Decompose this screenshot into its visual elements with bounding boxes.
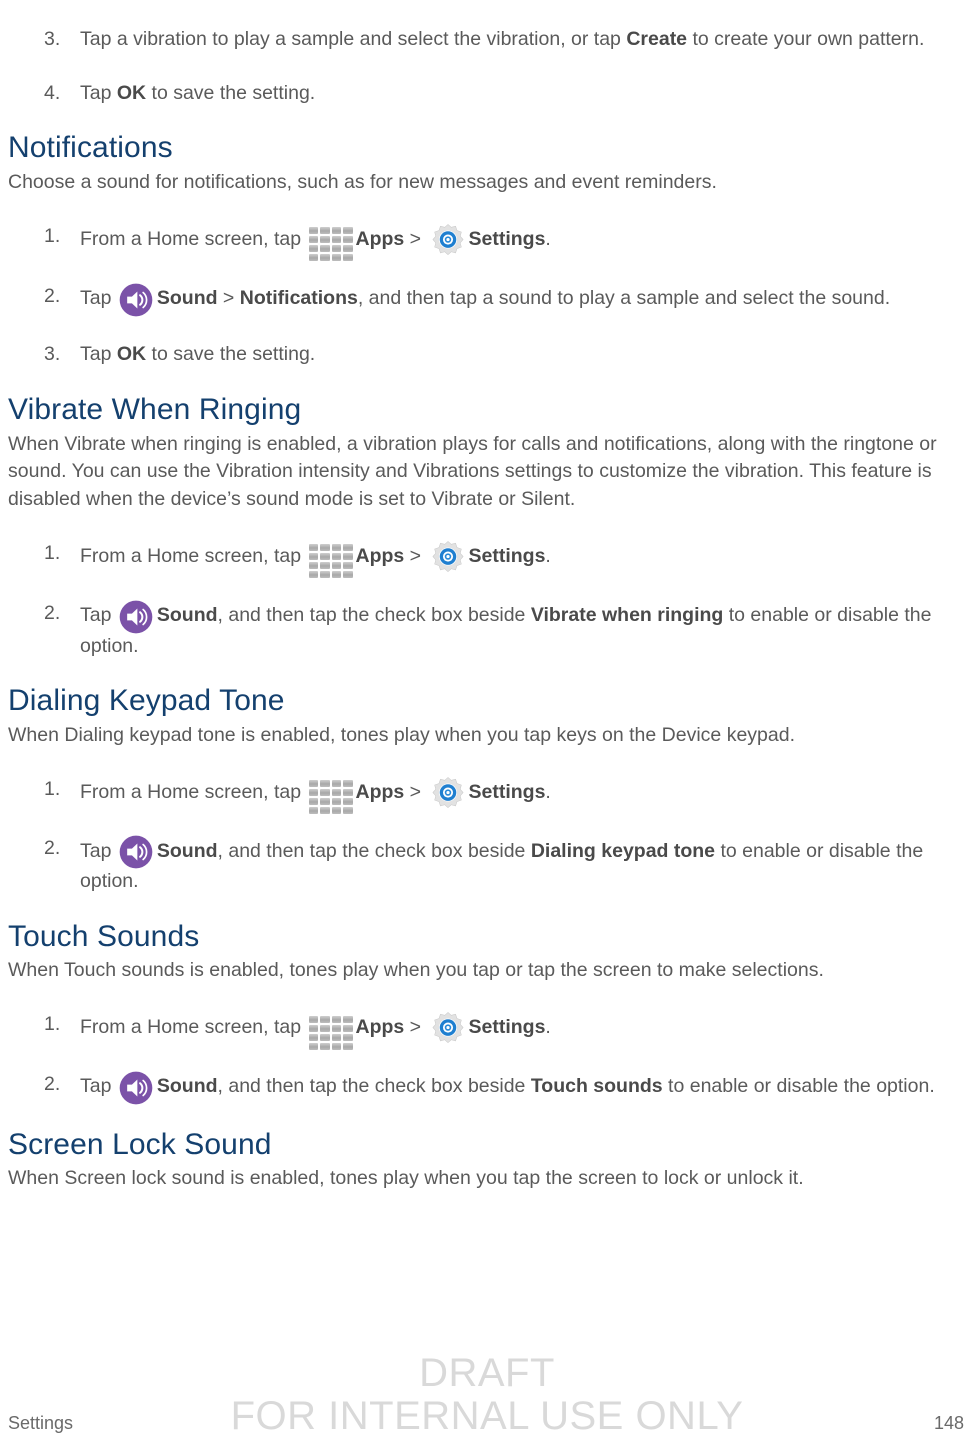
watermark-line-1: DRAFT: [419, 1350, 555, 1395]
section-intro-text: When Touch sounds is enabled, tones play…: [8, 959, 824, 982]
emphasis-text: Apps: [355, 227, 405, 250]
step-number: 1.: [44, 224, 61, 247]
section-dialing-keypad-tone: Dialing Keypad Tone When Dialing keypad t…: [8, 684, 966, 896]
step-item: 1. From a Home screen, tap Apps > Setting…: [8, 1011, 966, 1050]
emphasis-text: Apps: [355, 545, 405, 568]
step-text: Tap Sound, and then tap the check box be…: [80, 600, 931, 657]
gear-icon: [426, 1011, 468, 1045]
section-notifications: Notifications Choose a sound for notifica…: [8, 131, 966, 369]
step-item: 2. Tap Sound, and then tap the check box …: [8, 600, 966, 660]
watermark-line-2: FOR INTERNAL USE ONLY: [230, 1393, 744, 1438]
step-item: 4. Tap OK to save the setting.: [8, 80, 966, 108]
emphasis-text: Sound: [156, 1075, 218, 1098]
step-list: 1. From a Home screen, tap Apps > Setting…: [8, 1011, 966, 1105]
emphasis-text: OK: [116, 343, 147, 366]
step-text: From a Home screen, tap Apps > Settings.: [80, 541, 551, 579]
sound-speaker-icon: [117, 1071, 157, 1105]
step-text: Tap OK to save the setting.: [80, 343, 316, 366]
section-screen-lock-sound: Screen Lock Sound When Screen lock sound …: [8, 1128, 966, 1193]
step-text: From a Home screen, tap Apps > Settings.: [80, 776, 551, 814]
sound-speaker-icon: [117, 283, 157, 316]
step-item: 2. Tap Sound > Notifications, and then ta…: [8, 283, 966, 316]
document-page: 3. Tap a vibration to play a sample and s…: [0, 26, 974, 1446]
step-text: Tap a vibration to play a sample and sel…: [80, 28, 925, 50]
step-item: 2. Tap Sound, and then tap the check box …: [8, 835, 966, 895]
step-number: 2.: [44, 1072, 61, 1095]
step-text: From a Home screen, tap Apps > Settings.: [80, 223, 551, 262]
sound-speaker-icon: [117, 600, 157, 634]
emphasis-text: Touch sounds: [530, 1075, 663, 1098]
apps-grid-icon: [308, 780, 353, 814]
step-item: 1. From a Home screen, tap Apps > Setting…: [8, 776, 966, 814]
step-list: 1. From a Home screen, tap Apps > Setting…: [8, 223, 966, 369]
step-number: 2.: [44, 284, 61, 307]
step-item: 1. From a Home screen, tap Apps > Setting…: [8, 223, 966, 262]
section-intro-text: When Dialing keypad tone is enabled, ton…: [8, 723, 795, 746]
footer-chapter-label: Settings: [8, 1413, 74, 1433]
draft-watermark: DRAFT FOR INTERNAL USE ONLY: [0, 1350, 974, 1438]
gear-icon: [426, 776, 468, 810]
step-number: 1.: [44, 1013, 61, 1036]
step-text: Tap Sound, and then tap the check box be…: [80, 836, 923, 892]
step-number: 2.: [44, 601, 61, 624]
emphasis-text: Settings: [468, 780, 546, 803]
step-list: 1. From a Home screen, tap Apps > Setting…: [8, 776, 966, 896]
step-number: 2.: [44, 837, 61, 860]
emphasis-text: Create: [626, 28, 688, 50]
apps-grid-icon: [308, 227, 353, 262]
section-heading: Touch Sounds: [8, 919, 200, 953]
emphasis-text: Settings: [468, 227, 546, 250]
footer-page-number: 148: [933, 1413, 964, 1433]
step-text: Tap Sound > Notifications, and then tap …: [80, 283, 890, 316]
step-text: From a Home screen, tap Apps > Settings.: [80, 1012, 551, 1050]
section-intro-text: Choose a sound for notifications, such a…: [8, 170, 717, 193]
section-heading: Dialing Keypad Tone: [8, 684, 285, 718]
emphasis-text: Sound: [156, 287, 218, 310]
step-number: 1.: [44, 777, 61, 800]
emphasis-text: OK: [116, 81, 147, 104]
gear-icon: [426, 540, 468, 574]
section-vibrate-when-ringing: Vibrate When Ringing When Vibrate when ri…: [8, 393, 966, 660]
section-touch-sounds: Touch Sounds When Touch sounds is enabled…: [8, 919, 966, 1105]
apps-grid-icon: [308, 544, 353, 579]
emphasis-text: Apps: [355, 780, 405, 803]
emphasis-text: Vibrate when ringing: [530, 604, 724, 627]
sound-speaker-icon: [117, 835, 157, 869]
step-item: 2. Tap Sound, and then tap the check box …: [8, 1071, 966, 1105]
emphasis-text: Settings: [468, 1016, 546, 1039]
sections-container: Notifications Choose a sound for notifica…: [8, 131, 966, 1193]
step-item: 3. Tap a vibration to play a sample and s…: [8, 26, 966, 54]
step-item: 1. From a Home screen, tap Apps > Setting…: [8, 540, 966, 579]
step-text: Tap Sound, and then tap the check box be…: [80, 1071, 935, 1105]
emphasis-text: Sound: [156, 604, 218, 627]
section-heading: Vibrate When Ringing: [8, 392, 302, 426]
step-item: 3. Tap OK to save the setting.: [8, 341, 966, 369]
apps-grid-icon: [308, 1015, 353, 1050]
emphasis-text: Notifications: [239, 287, 358, 310]
emphasis-text: Settings: [468, 545, 546, 568]
section-intro-text: When Screen lock sound is enabled, tones…: [8, 1167, 804, 1190]
emphasis-text: Sound: [156, 839, 218, 862]
emphasis-text: Apps: [355, 1016, 405, 1039]
step-number: 3.: [44, 343, 61, 366]
continued-step-list: 3. Tap a vibration to play a sample and s…: [8, 26, 966, 107]
step-number: 3.: [44, 28, 61, 50]
page-footer: DRAFT FOR INTERNAL USE ONLY Settings 148: [0, 1351, 974, 1446]
step-number: 4.: [44, 81, 61, 104]
step-list: 1. From a Home screen, tap Apps > Setting…: [8, 540, 966, 660]
section-intro-text: When Vibrate when ringing is enabled, a …: [8, 432, 937, 511]
section-heading: Screen Lock Sound: [8, 1127, 272, 1161]
gear-icon: [426, 223, 468, 257]
step-number: 1.: [44, 542, 61, 565]
step-text: Tap OK to save the setting.: [80, 81, 316, 104]
emphasis-text: Dialing keypad tone: [530, 839, 716, 862]
section-heading: Notifications: [8, 131, 173, 165]
